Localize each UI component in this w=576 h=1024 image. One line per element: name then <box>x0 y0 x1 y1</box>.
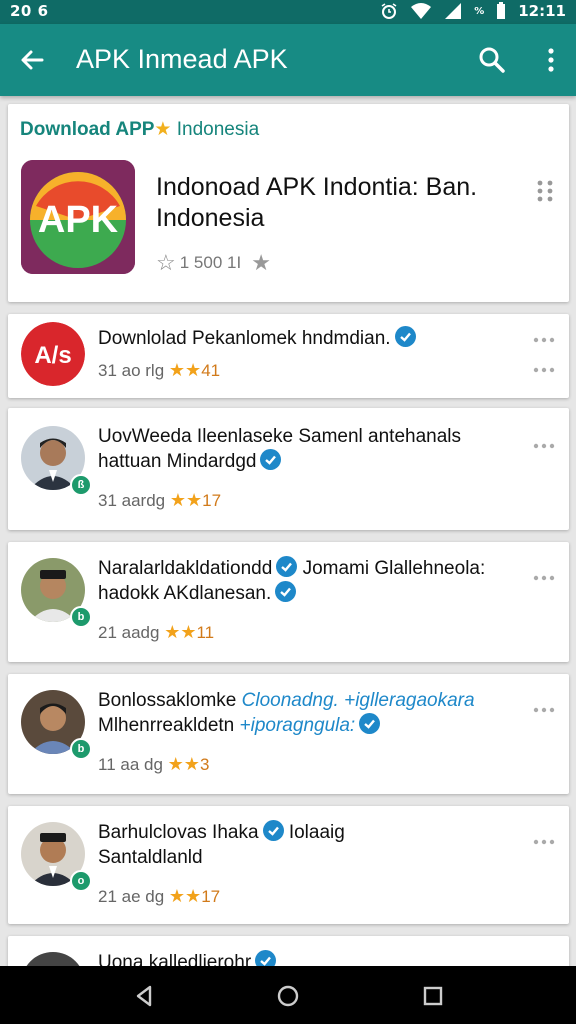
star-icon: ★★ <box>168 886 202 906</box>
status-bar: 20 6 % 12:11 <box>0 0 576 24</box>
post-count: 17 <box>201 887 221 906</box>
post-time: 21 ae dg <box>98 887 165 906</box>
back-arrow-icon[interactable] <box>14 42 50 78</box>
star-icon: ★ <box>154 119 172 140</box>
post-meta: 21 aadg ★★11 <box>98 622 214 643</box>
app-title: Indonoad APK Indontia: Ban. Indonesia <box>156 173 478 232</box>
post-name: Barhulclovas Ihaka <box>98 822 259 843</box>
post-name: Bonlossaklomke <box>98 690 237 711</box>
avatar-badge: b <box>70 606 92 628</box>
post-time: 11 aa dg <box>98 755 163 774</box>
status-time-left: 20 6 <box>10 2 49 20</box>
post-name-extra: Jomami Glallehneola: <box>302 558 486 579</box>
more-horiz-icon[interactable] <box>533 366 555 374</box>
post-time: 31 ao rlg <box>98 361 165 380</box>
verified-icon <box>262 820 284 841</box>
system-nav-bar <box>0 966 576 1024</box>
more-horiz-icon[interactable] <box>533 574 555 582</box>
verified-icon <box>394 326 416 347</box>
app-icon-text: APK <box>38 199 119 241</box>
post-count: 11 <box>196 623 215 642</box>
star-filled-icon: ★ <box>251 250 271 275</box>
grid-icon[interactable] <box>535 178 555 204</box>
post-title: Barhulclovas Ihaka Iolaaig Santaldlanld <box>98 820 519 870</box>
alarm-icon <box>381 3 397 19</box>
post-meta: 21 ae dg ★★17 <box>98 886 220 907</box>
post-name-line2: Santaldlanld <box>98 847 203 868</box>
apk-logo-icon: APK <box>21 160 135 274</box>
list-item[interactable]: b Naralarldakldationdd Jomami Glallehneo… <box>8 542 569 662</box>
post-name-line2: hattuan Mindardgd <box>98 451 257 472</box>
post-title: UovWeeda Ileenlaseke Samenl antehanals h… <box>98 424 519 474</box>
signal-icon <box>445 3 462 19</box>
star-icon: ★★ <box>169 490 203 510</box>
source-line: Download APP★ Indonesia <box>20 118 259 141</box>
wifi-icon <box>411 3 432 19</box>
star-icon: ★★ <box>167 754 200 774</box>
verified-icon <box>260 449 282 470</box>
post-name-line2-extra: +iporagngula: <box>239 715 356 736</box>
post-name-line2: Mlhenrreakldetn <box>98 715 235 736</box>
avatar-logo-text: A/s <box>34 342 71 369</box>
post-count: 17 <box>202 491 222 510</box>
post-title: Bonlossaklomke Cloonadng. +iglleragaokar… <box>98 688 519 738</box>
post-name: Naralarldakldationdd <box>98 558 273 579</box>
list-item[interactable]: ß UovWeeda Ileenlaseke Samenl antehanals… <box>8 408 569 530</box>
app-hero-card[interactable]: Download APP★ Indonesia APK Indonoad APK… <box>8 104 569 302</box>
post-name: Downlolad Pekanlomek hndmdian. <box>98 328 391 349</box>
rating-row: ☆ 1 500 1I ★ <box>156 250 271 276</box>
post-meta: 31 ao rlg ★★41 <box>98 360 220 381</box>
avatar-badge: ß <box>70 474 92 496</box>
star-icon: ★★ <box>164 622 197 642</box>
nav-recents-icon[interactable] <box>419 982 447 1010</box>
more-horiz-icon[interactable] <box>533 336 555 344</box>
post-count: 41 <box>201 361 221 380</box>
post-title: Downlolad Pekanlomek hndmdian. <box>98 326 519 351</box>
verified-icon <box>275 581 297 602</box>
list-item[interactable]: A/s Downlolad Pekanlomek hndmdian. 31 ao… <box>8 314 569 398</box>
post-meta: 11 aa dg ★★3 <box>98 754 209 775</box>
post-name-line2: hadokk AKdlanesan. <box>98 583 272 604</box>
post-meta: 31 aardg ★★17 <box>98 490 221 511</box>
post-time: 21 aadg <box>98 623 160 642</box>
verified-icon <box>276 556 298 577</box>
avatar-badge: o <box>70 870 92 892</box>
avatar[interactable]: A/s <box>21 322 85 386</box>
more-horiz-icon[interactable] <box>533 838 555 846</box>
star-icon: ★★ <box>168 360 202 380</box>
app-bar: APK Inmead APK <box>0 24 576 96</box>
status-time-right: 12:11 <box>518 2 566 20</box>
more-horiz-icon[interactable] <box>533 706 555 714</box>
post-name: UovWeeda Ileenlaseke Samenl antehanals <box>98 426 461 447</box>
post-name-extra: Iolaaig <box>288 822 345 843</box>
more-horiz-icon[interactable] <box>533 442 555 450</box>
star-outline-icon: ☆ <box>156 250 176 275</box>
post-title: Naralarldakldationdd Jomami Glallehneola… <box>98 556 519 606</box>
source-app: Download APP <box>20 119 155 140</box>
source-region: Indonesia <box>176 119 260 140</box>
avatar-badge: b <box>70 738 92 760</box>
post-name-extra: Cloonadng. +iglleragaokara <box>241 690 475 711</box>
nav-home-icon[interactable] <box>274 982 302 1010</box>
app-icon[interactable]: APK <box>21 160 135 274</box>
nav-back-icon[interactable] <box>130 982 158 1010</box>
page-title: APK Inmead APK <box>76 44 288 74</box>
more-vert-icon[interactable] <box>536 42 566 78</box>
post-time: 31 aardg <box>98 491 166 510</box>
list-item[interactable]: b Bonlossaklomke Cloonadng. +iglleragaok… <box>8 674 569 794</box>
rating-value: 1 500 1I <box>179 253 242 272</box>
verified-icon <box>359 713 381 734</box>
post-count: 3 <box>199 755 210 774</box>
battery-icon <box>497 2 506 19</box>
battery-percent: % <box>474 5 485 17</box>
search-icon[interactable] <box>474 42 510 78</box>
list-item[interactable]: o Barhulclovas Ihaka Iolaaig Santaldlanl… <box>8 806 569 924</box>
